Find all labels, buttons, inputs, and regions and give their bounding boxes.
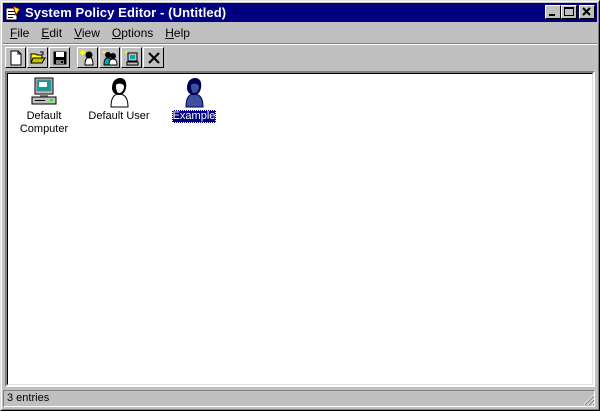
close-button[interactable] xyxy=(579,5,595,19)
policy-entries-view[interactable]: Default Computer Default User Example xyxy=(5,71,595,387)
add-user-icon xyxy=(79,49,94,65)
menu-divider xyxy=(3,43,597,45)
entry-label: Default User xyxy=(88,110,150,122)
entry-example[interactable]: Example xyxy=(159,76,229,123)
minimize-button[interactable] xyxy=(545,5,561,19)
menu-options[interactable]: Options xyxy=(106,26,159,40)
menu-help-label: elp xyxy=(173,25,190,40)
menu-view[interactable]: View xyxy=(68,26,106,40)
menu-options-label: ptions xyxy=(121,25,154,40)
new-button[interactable] xyxy=(5,47,26,68)
user-icon xyxy=(185,78,204,108)
title-bar[interactable]: System Policy Editor - (Untitled) xyxy=(3,3,597,22)
menu-file-label: ile xyxy=(17,25,30,40)
resize-grip-icon[interactable] xyxy=(583,394,595,406)
new-document-icon xyxy=(10,50,21,65)
entry-label-selected: Example xyxy=(171,110,217,123)
menu-options-accel: O xyxy=(111,25,122,40)
entry-default-user[interactable]: Default User xyxy=(84,76,154,123)
close-icon xyxy=(582,7,591,16)
computer-icon xyxy=(31,77,57,105)
maximize-button[interactable] xyxy=(561,5,577,19)
status-bar: 3 entries xyxy=(3,389,597,408)
menu-bar: File Edit View Options Help xyxy=(4,23,196,42)
main-window: System Policy Editor - (Untitled) File E… xyxy=(0,0,600,411)
add-group-button[interactable] xyxy=(99,47,120,68)
add-computer-icon xyxy=(124,50,138,65)
status-text: 3 entries xyxy=(3,390,595,407)
open-folder-icon xyxy=(29,51,46,63)
remove-button[interactable] xyxy=(143,47,164,68)
menu-file[interactable]: File xyxy=(4,26,35,40)
toolbar xyxy=(5,47,165,69)
save-disk-icon xyxy=(53,51,66,64)
menu-edit-label: dit xyxy=(49,25,63,40)
save-button[interactable] xyxy=(49,47,70,68)
add-user-button[interactable] xyxy=(77,47,98,68)
entry-label: Default Computer xyxy=(19,110,69,135)
add-group-icon xyxy=(102,50,118,65)
window-title: System Policy Editor - (Untitled) xyxy=(25,5,227,20)
menu-edit[interactable]: Edit xyxy=(35,26,68,40)
menu-help-accel: H xyxy=(165,25,174,40)
add-computer-button[interactable] xyxy=(121,47,142,68)
minimize-icon xyxy=(549,14,555,16)
menu-help[interactable]: Help xyxy=(159,26,196,40)
menu-view-accel: V xyxy=(74,25,82,40)
policy-editor-app-icon[interactable] xyxy=(5,4,21,21)
entry-default-computer[interactable]: Default Computer xyxy=(9,76,79,136)
delete-x-icon xyxy=(147,51,160,64)
menu-view-label: iew xyxy=(81,25,100,40)
user-icon xyxy=(110,78,129,108)
maximize-icon xyxy=(564,7,574,16)
open-button[interactable] xyxy=(27,47,48,68)
